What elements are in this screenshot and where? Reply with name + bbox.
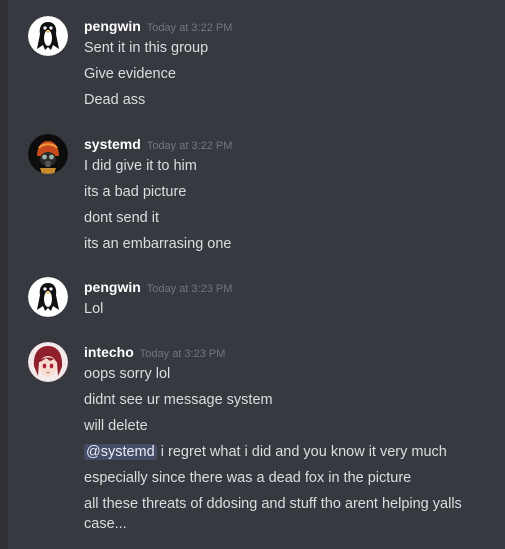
message-text: i regret what i did and you know it very… bbox=[156, 444, 447, 460]
timestamp: Today at 3:22 PM bbox=[146, 140, 233, 152]
gasmask-avatar-icon[interactable] bbox=[28, 134, 68, 174]
message-line: Dead ass bbox=[84, 92, 146, 108]
timestamp: Today at 3:22 PM bbox=[146, 22, 233, 34]
message-content: oops sorry lol didnt see ur message syst… bbox=[84, 364, 504, 540]
message-line-with-mention: @systemd i regret what i did and you kno… bbox=[84, 442, 504, 462]
message-line: didnt see ur message system bbox=[84, 392, 273, 408]
message-line: Lol bbox=[84, 301, 104, 317]
message-content: I did give it to him its a bad picture d… bbox=[84, 156, 504, 260]
message-content: Sent it in this group Give evidence Dead… bbox=[84, 38, 504, 116]
message-line: Give evidence bbox=[84, 66, 176, 82]
username[interactable]: intecho bbox=[84, 344, 134, 360]
message-line: Sent it in this group bbox=[84, 40, 209, 56]
username[interactable]: systemd bbox=[84, 136, 141, 152]
username[interactable]: pengwin bbox=[84, 279, 141, 295]
channel-sidebar-edge bbox=[0, 0, 8, 549]
message-header: pengwin Today at 3:23 PM bbox=[84, 277, 232, 297]
message-header: intecho Today at 3:23 PM bbox=[84, 342, 225, 362]
message-line: will delete bbox=[84, 418, 148, 434]
penguin-avatar-icon[interactable] bbox=[28, 277, 68, 317]
anime-avatar-icon[interactable] bbox=[28, 342, 68, 382]
message-line: I did give it to him bbox=[84, 158, 197, 174]
timestamp: Today at 3:23 PM bbox=[146, 283, 233, 295]
message-line: dont send it bbox=[84, 210, 159, 226]
message-header: systemd Today at 3:22 PM bbox=[84, 134, 232, 154]
message-line: its an embarrasing one bbox=[84, 236, 232, 252]
penguin-avatar-icon[interactable] bbox=[28, 16, 68, 56]
timestamp: Today at 3:23 PM bbox=[139, 348, 226, 360]
message-header: pengwin Today at 3:22 PM bbox=[84, 16, 232, 36]
message-line: all these threats of ddosing and stuff t… bbox=[84, 496, 462, 532]
message-content: Lol bbox=[84, 299, 504, 325]
user-mention[interactable]: @systemd bbox=[84, 444, 157, 460]
message-line: especially since there was a dead fox in… bbox=[84, 470, 412, 486]
username[interactable]: pengwin bbox=[84, 18, 141, 34]
message-line: its a bad picture bbox=[84, 184, 187, 200]
message-line: oops sorry lol bbox=[84, 366, 171, 382]
